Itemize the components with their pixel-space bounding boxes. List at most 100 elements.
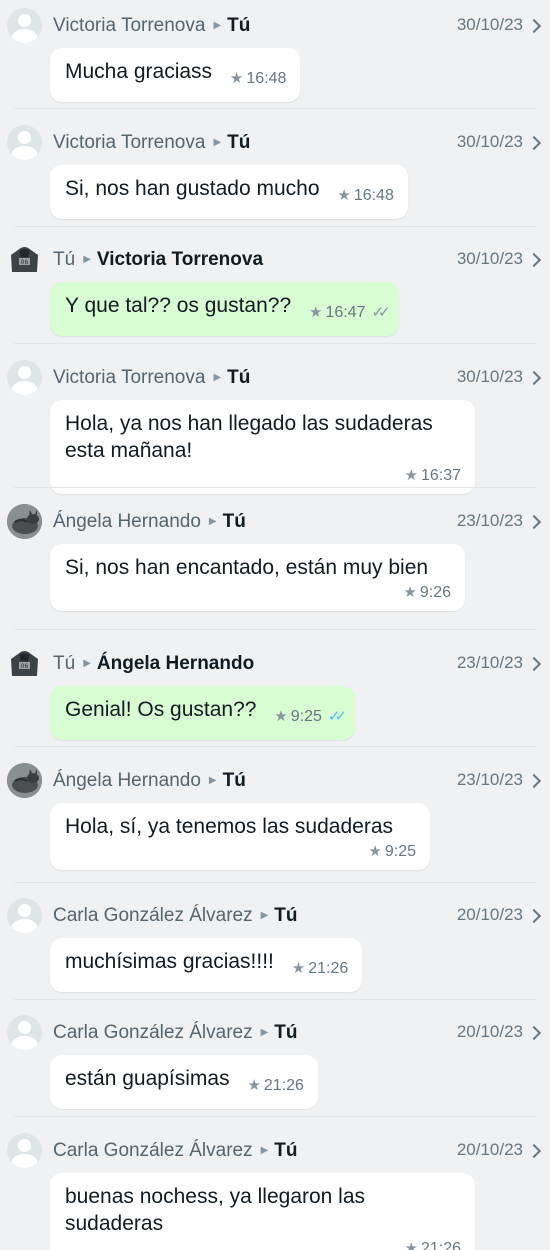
recipient-name: Tú bbox=[227, 367, 251, 388]
hoodie-icon[interactable]: 06 bbox=[7, 646, 42, 681]
chevron-right-icon[interactable] bbox=[526, 18, 542, 34]
chevron-right-icon[interactable] bbox=[526, 252, 542, 268]
person-icon[interactable] bbox=[7, 1133, 42, 1168]
message-meta: ★ 9:25 ✓✓ bbox=[274, 703, 347, 730]
chevron-right-icon[interactable] bbox=[526, 135, 542, 151]
cat-photo-icon[interactable] bbox=[7, 763, 42, 798]
message-date: 30/10/23 bbox=[456, 367, 523, 386]
cat-photo-icon[interactable] bbox=[7, 504, 42, 539]
recipient-name: Tú bbox=[227, 132, 251, 153]
sender-name: Victoria Torrenova bbox=[53, 367, 206, 388]
message-meta: ★ 21:26 bbox=[65, 1235, 462, 1250]
chevron-right-icon[interactable] bbox=[526, 773, 542, 789]
message-header: Victoria Torrenova ▶ Tú 30/10/23 bbox=[53, 132, 550, 156]
message-header: Tú ▶ Victoria Torrenova 30/10/23 bbox=[53, 249, 550, 273]
message-meta: ★ 21:26 bbox=[247, 1072, 304, 1099]
message-text: Mucha graciass bbox=[65, 60, 213, 83]
person-icon[interactable] bbox=[7, 898, 42, 933]
message-meta: ★ 16:48 bbox=[230, 65, 287, 92]
message-date: 30/10/23 bbox=[456, 132, 523, 151]
message-time: 9:25 bbox=[290, 708, 322, 725]
message-bubble[interactable]: están guapísimas ★ 21:26 bbox=[50, 1055, 318, 1109]
chevron-right-icon[interactable] bbox=[526, 908, 542, 924]
recipient-name: Tú bbox=[227, 15, 251, 36]
message-date: 30/10/23 bbox=[456, 249, 523, 268]
triangle-right-icon: ▶ bbox=[213, 20, 222, 31]
sender-name: Victoria Torrenova bbox=[53, 132, 206, 153]
message-meta: ★ 16:47 ✓✓ bbox=[308, 299, 391, 326]
message-text: Y que tal?? os gustan?? bbox=[65, 294, 292, 317]
message-bubble[interactable]: Hola, sí, ya tenemos las sudaderas ★ 9:25 bbox=[50, 803, 430, 870]
message-header: Tú ▶ Ángela Hernando 23/10/23 bbox=[53, 653, 550, 677]
divider bbox=[14, 746, 536, 747]
recipient-name: Tú bbox=[274, 905, 298, 926]
message-time: 16:48 bbox=[246, 70, 287, 87]
message-meta: ★ 16:48 bbox=[337, 182, 394, 209]
star-icon: ★ bbox=[404, 467, 418, 484]
message-bubble[interactable]: muchísimas gracias!!!! ★ 21:26 bbox=[50, 938, 363, 992]
sender-name: Ángela Hernando bbox=[53, 511, 201, 532]
star-icon: ★ bbox=[368, 843, 382, 860]
double-check-icon: ✓✓ bbox=[371, 304, 390, 321]
message-header: Carla González Álvarez ▶ Tú 20/10/23 bbox=[53, 1022, 550, 1046]
message-header: Carla González Álvarez ▶ Tú 20/10/23 bbox=[53, 1140, 550, 1164]
message-bubble[interactable]: Mucha graciass ★ 16:48 bbox=[50, 48, 301, 102]
star-icon: ★ bbox=[291, 960, 306, 977]
chevron-right-icon[interactable] bbox=[526, 1143, 542, 1159]
message-time: 9:25 bbox=[384, 843, 416, 860]
message-bubble[interactable]: Genial! Os gustan?? ★ 9:25 ✓✓ bbox=[50, 686, 356, 740]
chevron-right-icon[interactable] bbox=[526, 656, 542, 672]
message-time: 9:26 bbox=[419, 584, 451, 601]
star-icon: ★ bbox=[308, 304, 323, 321]
message-date: 23/10/23 bbox=[456, 653, 523, 672]
message-bubble[interactable]: Si, nos han encantado, están muy bien ★ 9… bbox=[50, 544, 465, 611]
message-text: Hola, sí, ya tenemos las sudaderas bbox=[65, 815, 394, 838]
message-date: 23/10/23 bbox=[456, 511, 523, 530]
recipient-name: Tú bbox=[222, 511, 246, 532]
person-icon[interactable] bbox=[7, 1015, 42, 1050]
recipient-name: Tú bbox=[222, 770, 246, 791]
divider bbox=[14, 487, 536, 488]
message-bubble[interactable]: Hola, ya nos han llegado las sudaderas e… bbox=[50, 400, 475, 494]
person-icon[interactable] bbox=[7, 360, 42, 395]
message-date: 30/10/23 bbox=[456, 15, 523, 34]
triangle-right-icon: ▶ bbox=[83, 658, 91, 669]
message-time: 21:26 bbox=[263, 1077, 304, 1094]
double-check-icon: ✓✓ bbox=[327, 708, 347, 725]
message-meta: ★ 16:37 bbox=[65, 462, 462, 484]
divider bbox=[14, 629, 536, 630]
message-time: 16:37 bbox=[420, 467, 461, 484]
triangle-right-icon: ▶ bbox=[213, 372, 222, 383]
sender-name: Victoria Torrenova bbox=[53, 15, 206, 36]
hoodie-icon[interactable]: 06 bbox=[7, 242, 42, 277]
recipient-name: Victoria Torrenova bbox=[96, 249, 264, 270]
chevron-right-icon[interactable] bbox=[526, 1025, 542, 1041]
svg-text:06: 06 bbox=[21, 259, 29, 266]
message-time: 21:26 bbox=[308, 960, 349, 977]
chevron-right-icon[interactable] bbox=[526, 370, 542, 386]
message-date: 20/10/23 bbox=[456, 1022, 523, 1041]
message-bubble[interactable]: Y que tal?? os gustan?? ★ 16:47 ✓✓ bbox=[50, 282, 399, 336]
divider bbox=[14, 999, 536, 1000]
sender-name: Carla González Álvarez bbox=[53, 1022, 253, 1043]
message-text-line: esta mañana! bbox=[65, 439, 193, 462]
divider bbox=[14, 343, 536, 344]
message-text: Si, nos han encantado, están muy bien bbox=[65, 556, 429, 579]
message-header: Victoria Torrenova ▶ Tú 30/10/23 bbox=[53, 367, 550, 391]
sender-name: Carla González Álvarez bbox=[53, 1140, 253, 1161]
triangle-right-icon: ▶ bbox=[260, 910, 269, 921]
message-bubble[interactable]: buenas nochess, ya llegaron las sudadera… bbox=[50, 1173, 475, 1250]
person-icon[interactable] bbox=[7, 8, 42, 43]
divider bbox=[14, 226, 536, 227]
person-icon[interactable] bbox=[7, 125, 42, 160]
divider bbox=[14, 1116, 536, 1117]
chevron-right-icon[interactable] bbox=[526, 514, 542, 530]
message-meta: ★ 9:25 bbox=[65, 838, 416, 860]
triangle-right-icon: ▶ bbox=[260, 1027, 269, 1038]
message-bubble[interactable]: Si, nos han gustado mucho ★ 16:48 bbox=[50, 165, 408, 219]
triangle-right-icon: ▶ bbox=[260, 1145, 269, 1156]
message-header: Ángela Hernando ▶ Tú 23/10/23 bbox=[53, 770, 550, 794]
message-text-line: sudaderas bbox=[65, 1212, 164, 1235]
message-header: Ángela Hernando ▶ Tú 23/10/23 bbox=[53, 511, 550, 535]
star-icon: ★ bbox=[247, 1077, 261, 1094]
